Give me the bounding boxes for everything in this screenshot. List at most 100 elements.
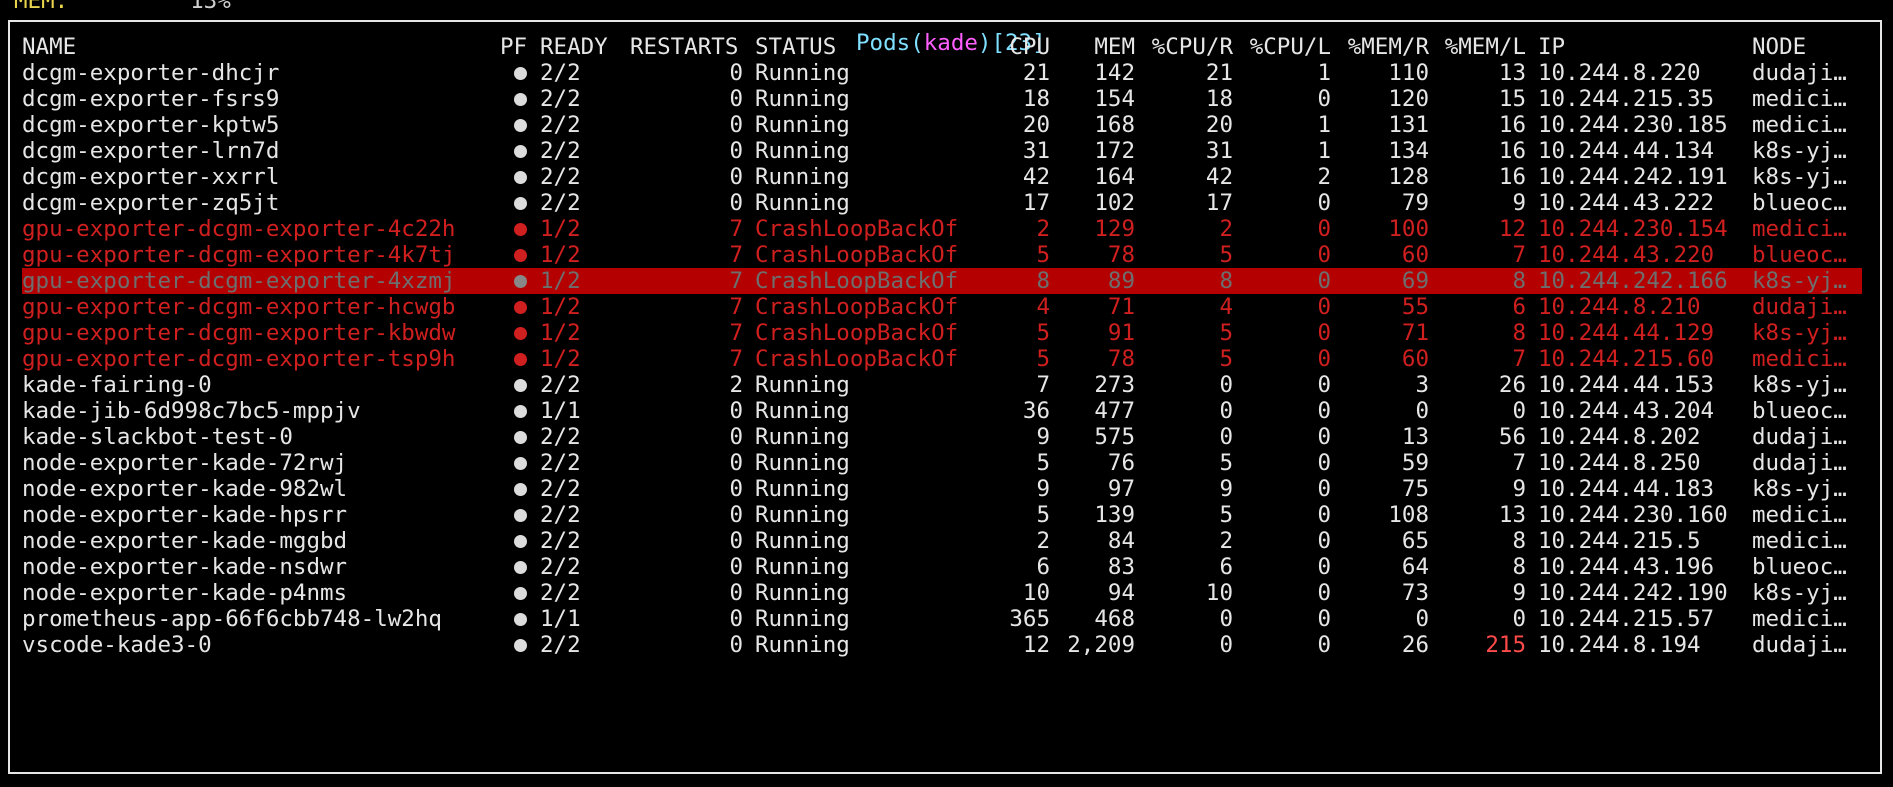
cell-cpul: 0: [1317, 242, 1331, 268]
cell-cpul: 0: [1317, 450, 1331, 476]
cell-memr: 3: [1415, 372, 1429, 398]
cell-node: dudaji…: [1752, 60, 1847, 86]
table-row[interactable]: gpu-exporter-dcgm-exporter-4c22h 1/2 7 Cras…: [22, 216, 1862, 242]
cell-mem: 139: [1094, 502, 1135, 528]
table-row[interactable]: vscode-kade3-0 2/2 0 Running 12 2,209 0 0 26 215 1…: [22, 632, 1862, 658]
table-row[interactable]: gpu-exporter-dcgm-exporter-tsp9h 1/2 7 Cras…: [22, 346, 1862, 372]
cell-cpu: 36: [1022, 398, 1050, 424]
col-pf[interactable]: PF: [500, 34, 540, 60]
cell-restarts: 0: [729, 528, 743, 554]
cell-mem: 468: [1094, 606, 1135, 632]
cell-status: Running: [755, 372, 850, 398]
cell-cpu: 42: [1022, 164, 1050, 190]
table-row[interactable]: gpu-exporter-dcgm-exporter-4xzmj 1/2 7 Cras…: [22, 268, 1862, 294]
col-status[interactable]: STATUS: [755, 34, 960, 60]
cell-cpu: 365: [1009, 606, 1050, 632]
col-restarts[interactable]: RESTARTS: [630, 34, 755, 60]
table-row[interactable]: node-exporter-kade-mggbd 2/2 0 Running 2 84 2 0…: [22, 528, 1862, 554]
cell-memr: 75: [1401, 476, 1429, 502]
cell-status: Running: [755, 190, 850, 216]
port-forward-dot-icon: [513, 405, 527, 418]
table-row[interactable]: node-exporter-kade-hpsrr 2/2 0 Running 5 139 5…: [22, 502, 1862, 528]
col-mem[interactable]: MEM: [1050, 34, 1135, 60]
cell-mem: 97: [1107, 476, 1135, 502]
cell-memr: 110: [1388, 60, 1429, 86]
cell-pf: [500, 268, 540, 294]
cell-node: k8s-yj…: [1752, 320, 1847, 346]
cell-mem: 168: [1094, 112, 1135, 138]
cell-memr: 73: [1401, 580, 1429, 606]
col-mem-l[interactable]: %MEM/L: [1429, 34, 1526, 60]
cell-pf: [500, 528, 540, 554]
cell-meml: 16: [1498, 164, 1526, 190]
cell-cpul: 1: [1317, 112, 1331, 138]
table-row[interactable]: dcgm-exporter-lrn7d 2/2 0 Running 31 172 31 1 13…: [22, 138, 1862, 164]
cell-ip: 10.244.44.153: [1538, 372, 1715, 398]
col-mem-r[interactable]: %MEM/R: [1331, 34, 1429, 60]
cell-ip: 10.244.43.196: [1538, 554, 1715, 580]
cell-name: gpu-exporter-dcgm-exporter-4c22h: [22, 216, 456, 242]
cell-name: prometheus-app-66f6cbb748-lw2hq: [22, 606, 442, 632]
cell-cpu: 2: [1036, 216, 1050, 242]
cell-cpur: 10: [1205, 580, 1233, 606]
col-cpu-r[interactable]: %CPU/R: [1135, 34, 1233, 60]
port-forward-dot-icon: [513, 67, 527, 80]
table-row[interactable]: dcgm-exporter-dhcjr 2/2 0 Running 21 142 21 1 11…: [22, 60, 1862, 86]
table-row[interactable]: kade-fairing-0 2/2 2 Running 7 273 0 0 3 26 10.244…: [22, 372, 1862, 398]
cell-status: Running: [755, 554, 850, 580]
cell-cpur: 0: [1219, 424, 1233, 450]
cell-ready: 1/1: [540, 398, 581, 424]
cell-cpur: 17: [1205, 190, 1233, 216]
col-cpu[interactable]: CPU: [960, 34, 1050, 60]
cell-ip: 10.244.215.35: [1538, 86, 1715, 112]
cell-mem: 91: [1107, 320, 1135, 346]
cell-mem: 575: [1094, 424, 1135, 450]
cell-name: dcgm-exporter-zq5jt: [22, 190, 280, 216]
table-row[interactable]: gpu-exporter-dcgm-exporter-hcwgb 1/2 7 Cras…: [22, 294, 1862, 320]
table-row[interactable]: dcgm-exporter-kptw5 2/2 0 Running 20 168 20 1 13…: [22, 112, 1862, 138]
cell-ip: 10.244.43.204: [1538, 398, 1715, 424]
cell-ip: 10.244.44.134: [1538, 138, 1715, 164]
cell-memr: 26: [1401, 632, 1429, 658]
table-row[interactable]: node-exporter-kade-p4nms 2/2 0 Running 10 94 1…: [22, 580, 1862, 606]
cell-ip: 10.244.8.202: [1538, 424, 1701, 450]
table-row[interactable]: gpu-exporter-dcgm-exporter-kbwdw 1/2 7 Cras…: [22, 320, 1862, 346]
cell-restarts: 0: [729, 502, 743, 528]
table-row[interactable]: gpu-exporter-dcgm-exporter-4k7tj 1/2 7 Cras…: [22, 242, 1862, 268]
cell-restarts: 7: [729, 346, 743, 372]
cell-status: Running: [755, 476, 850, 502]
cell-ip: 10.244.230.185: [1538, 112, 1728, 138]
col-cpu-l[interactable]: %CPU/L: [1233, 34, 1331, 60]
cell-meml: 9: [1512, 190, 1526, 216]
table-row[interactable]: node-exporter-kade-72rwj 2/2 0 Running 5 76 5 0…: [22, 450, 1862, 476]
table-row[interactable]: node-exporter-kade-nsdwr 2/2 0 Running 6 83 6 0…: [22, 554, 1862, 580]
cell-node: blueoc…: [1752, 190, 1847, 216]
table-row[interactable]: prometheus-app-66f6cbb748-lw2hq 1/1 0 Runni…: [22, 606, 1862, 632]
col-ip[interactable]: IP: [1526, 34, 1752, 60]
cell-cpul: 0: [1317, 216, 1331, 242]
cell-restarts: 0: [729, 424, 743, 450]
cell-ip: 10.244.44.183: [1538, 476, 1715, 502]
col-node[interactable]: NODE: [1752, 34, 1862, 60]
cell-pf: [500, 424, 540, 450]
table-row[interactable]: dcgm-exporter-fsrs9 2/2 0 Running 18 154 18 0 12…: [22, 86, 1862, 112]
cell-ip: 10.244.215.57: [1538, 606, 1715, 632]
cell-node: k8s-yj…: [1752, 476, 1847, 502]
port-forward-dot-icon: [513, 379, 527, 392]
table-row[interactable]: dcgm-exporter-zq5jt 2/2 0 Running 17 102 17 0 79…: [22, 190, 1862, 216]
cell-node: blueoc…: [1752, 554, 1847, 580]
cell-cpu: 31: [1022, 138, 1050, 164]
table-row[interactable]: dcgm-exporter-xxrrl 2/2 0 Running 42 164 42 2 12…: [22, 164, 1862, 190]
cell-node: k8s-yj…: [1752, 164, 1847, 190]
cell-status: CrashLoopBackOff: [755, 294, 960, 320]
cell-memr: 120: [1388, 86, 1429, 112]
table-row[interactable]: kade-jib-6d998c7bc5-mppjv 1/1 0 Running 36 47…: [22, 398, 1862, 424]
cell-node: blueoc…: [1752, 242, 1847, 268]
col-ready[interactable]: READY: [540, 34, 630, 60]
col-name[interactable]: NAME: [22, 34, 500, 60]
cell-mem: 2,209: [1067, 632, 1135, 658]
cell-status: CrashLoopBackOff: [755, 242, 960, 268]
table-row[interactable]: kade-slackbot-test-0 2/2 0 Running 9 575 0 0 13 5…: [22, 424, 1862, 450]
table-row[interactable]: node-exporter-kade-982wl 2/2 0 Running 9 97 9 0…: [22, 476, 1862, 502]
cell-ready: 2/2: [540, 632, 581, 658]
